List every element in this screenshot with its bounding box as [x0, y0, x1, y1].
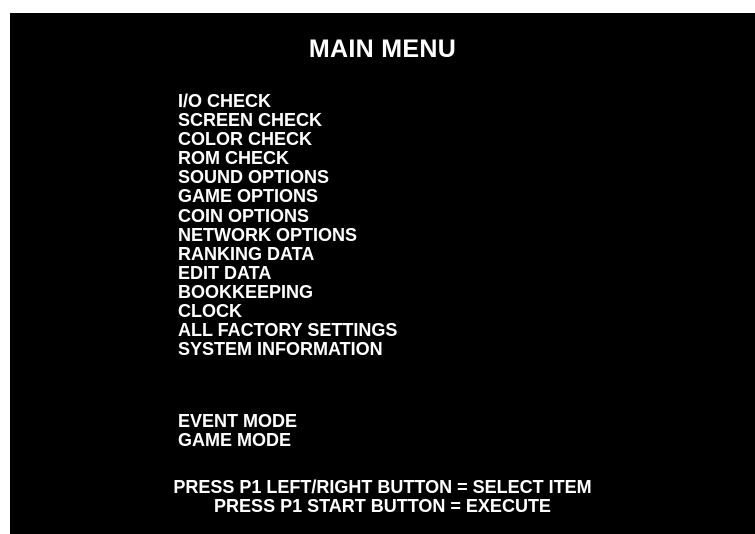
menu-item-game-mode[interactable]: GAME MODE [178, 430, 297, 450]
service-menu-screen: MAIN MENU I/O CHECK SCREEN CHECK COLOR C… [10, 13, 755, 534]
menu-item-edit-data[interactable]: EDIT DATA [178, 263, 397, 283]
instruction-select: PRESS P1 LEFT/RIGHT BUTTON = SELECT ITEM [173, 477, 592, 497]
menu-item-color-check[interactable]: COLOR CHECK [178, 130, 397, 149]
menu-item-coin-options[interactable]: COIN OPTIONS [178, 206, 397, 226]
page-title: MAIN MENU [308, 35, 457, 63]
menu-item-rom-check[interactable]: ROM CHECK [178, 149, 397, 168]
menu-item-network-options[interactable]: NETWORK OPTIONS [178, 225, 397, 245]
menu-item-all-factory-settings[interactable]: ALL FACTORY SETTINGS [178, 321, 397, 340]
menu-item-event-mode[interactable]: EVENT MODE [178, 411, 297, 431]
menu-item-sound-options[interactable]: SOUND OPTIONS [178, 168, 397, 187]
menu-item-io-check[interactable]: I/O CHECK [178, 91, 397, 111]
menu-item-clock[interactable]: CLOCK [178, 301, 397, 321]
instruction-execute: PRESS P1 START BUTTON = EXECUTE [214, 496, 551, 516]
mode-menu-list: EVENT MODE GAME MODE [178, 411, 297, 450]
main-menu-list: I/O CHECK SCREEN CHECK COLOR CHECK ROM C… [178, 91, 397, 359]
menu-item-game-options[interactable]: GAME OPTIONS [178, 187, 397, 206]
menu-item-screen-check[interactable]: SCREEN CHECK [178, 110, 397, 130]
menu-item-system-information[interactable]: SYSTEM INFORMATION [178, 340, 397, 359]
instructions: PRESS P1 LEFT/RIGHT BUTTON = SELECT ITEM… [10, 478, 755, 516]
menu-item-ranking-data[interactable]: RANKING DATA [178, 244, 397, 264]
menu-item-bookkeeping[interactable]: BOOKKEEPING [178, 282, 397, 302]
